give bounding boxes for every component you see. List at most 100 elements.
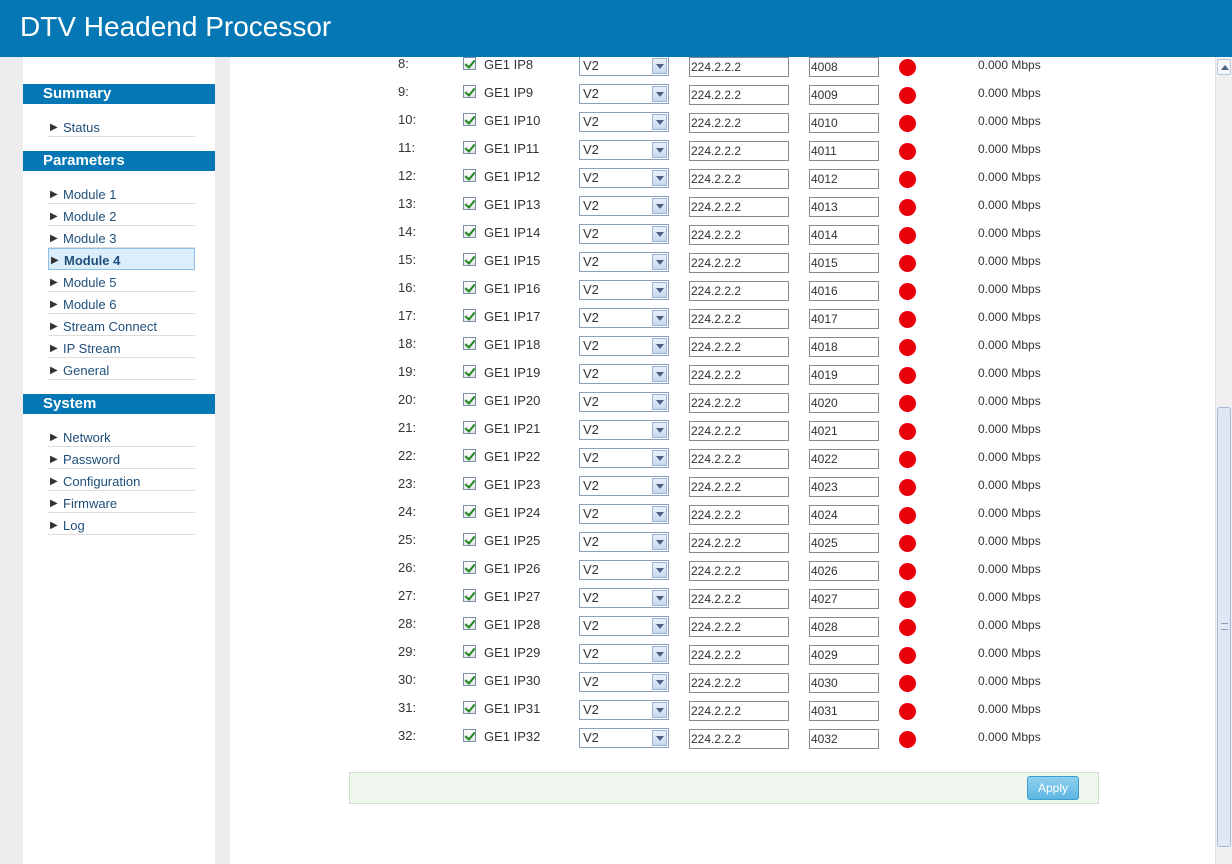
sidebar-item-stream-connect[interactable]: ▶ Stream Connect	[48, 314, 195, 336]
version-select[interactable]: V2	[579, 224, 669, 244]
port-input[interactable]: 4024	[809, 505, 879, 525]
port-input[interactable]: 4028	[809, 617, 879, 637]
ip-address-input[interactable]: 224.2.2.2	[689, 281, 789, 301]
version-select[interactable]: V2	[579, 252, 669, 272]
enable-checkbox[interactable]	[463, 309, 476, 322]
chevron-down-icon[interactable]	[652, 58, 667, 74]
ip-address-input[interactable]: 224.2.2.2	[689, 57, 789, 77]
version-select[interactable]: V2	[579, 504, 669, 524]
ip-address-input[interactable]: 224.2.2.2	[689, 309, 789, 329]
enable-checkbox[interactable]	[463, 645, 476, 658]
version-select[interactable]: V2	[579, 588, 669, 608]
apply-button[interactable]: Apply	[1027, 776, 1079, 800]
chevron-down-icon[interactable]	[652, 198, 667, 214]
enable-checkbox[interactable]	[463, 701, 476, 714]
chevron-down-icon[interactable]	[652, 310, 667, 326]
chevron-down-icon[interactable]	[652, 506, 667, 522]
chevron-down-icon[interactable]	[652, 590, 667, 606]
sidebar-item-status[interactable]: ▶ Status	[48, 115, 195, 137]
enable-checkbox[interactable]	[463, 505, 476, 518]
port-input[interactable]: 4032	[809, 729, 879, 749]
sidebar-item-module-3[interactable]: ▶ Module 3	[48, 226, 195, 248]
sidebar-item-log[interactable]: ▶ Log	[48, 513, 195, 535]
chevron-down-icon[interactable]	[652, 450, 667, 466]
port-input[interactable]: 4019	[809, 365, 879, 385]
chevron-down-icon[interactable]	[652, 86, 667, 102]
ip-address-input[interactable]: 224.2.2.2	[689, 225, 789, 245]
ip-address-input[interactable]: 224.2.2.2	[689, 589, 789, 609]
ip-address-input[interactable]: 224.2.2.2	[689, 701, 789, 721]
enable-checkbox[interactable]	[463, 281, 476, 294]
version-select[interactable]: V2	[579, 644, 669, 664]
port-input[interactable]: 4018	[809, 337, 879, 357]
sidebar-item-network[interactable]: ▶ Network	[48, 425, 195, 447]
port-input[interactable]: 4017	[809, 309, 879, 329]
chevron-down-icon[interactable]	[652, 534, 667, 550]
enable-checkbox[interactable]	[463, 141, 476, 154]
sidebar-item-module-1[interactable]: ▶ Module 1	[48, 182, 195, 204]
chevron-down-icon[interactable]	[652, 422, 667, 438]
enable-checkbox[interactable]	[463, 533, 476, 546]
ip-address-input[interactable]: 224.2.2.2	[689, 141, 789, 161]
version-select[interactable]: V2	[579, 532, 669, 552]
ip-address-input[interactable]: 224.2.2.2	[689, 393, 789, 413]
port-input[interactable]: 4013	[809, 197, 879, 217]
port-input[interactable]: 4014	[809, 225, 879, 245]
enable-checkbox[interactable]	[463, 477, 476, 490]
sidebar-item-module-4[interactable]: ▶ Module 4	[48, 248, 195, 270]
scroll-up-arrow-icon[interactable]	[1217, 59, 1231, 75]
ip-address-input[interactable]: 224.2.2.2	[689, 533, 789, 553]
chevron-down-icon[interactable]	[652, 478, 667, 494]
enable-checkbox[interactable]	[463, 449, 476, 462]
enable-checkbox[interactable]	[463, 673, 476, 686]
version-select[interactable]: V2	[579, 420, 669, 440]
enable-checkbox[interactable]	[463, 57, 476, 70]
vertical-scrollbar[interactable]	[1215, 57, 1232, 864]
version-select[interactable]: V2	[579, 700, 669, 720]
port-input[interactable]: 4011	[809, 141, 879, 161]
sidebar-item-general[interactable]: ▶ General	[48, 358, 195, 380]
ip-address-input[interactable]: 224.2.2.2	[689, 561, 789, 581]
enable-checkbox[interactable]	[463, 85, 476, 98]
enable-checkbox[interactable]	[463, 617, 476, 630]
enable-checkbox[interactable]	[463, 393, 476, 406]
sidebar-item-password[interactable]: ▶ Password	[48, 447, 195, 469]
chevron-down-icon[interactable]	[652, 338, 667, 354]
version-select[interactable]: V2	[579, 392, 669, 412]
version-select[interactable]: V2	[579, 336, 669, 356]
chevron-down-icon[interactable]	[652, 366, 667, 382]
chevron-down-icon[interactable]	[652, 254, 667, 270]
ip-address-input[interactable]: 224.2.2.2	[689, 365, 789, 385]
chevron-down-icon[interactable]	[652, 282, 667, 298]
version-select[interactable]: V2	[579, 112, 669, 132]
ip-address-input[interactable]: 224.2.2.2	[689, 477, 789, 497]
version-select[interactable]: V2	[579, 672, 669, 692]
version-select[interactable]: V2	[579, 84, 669, 104]
chevron-down-icon[interactable]	[652, 170, 667, 186]
enable-checkbox[interactable]	[463, 169, 476, 182]
chevron-down-icon[interactable]	[652, 114, 667, 130]
ip-address-input[interactable]: 224.2.2.2	[689, 85, 789, 105]
version-select[interactable]: V2	[579, 280, 669, 300]
enable-checkbox[interactable]	[463, 561, 476, 574]
enable-checkbox[interactable]	[463, 589, 476, 602]
port-input[interactable]: 4026	[809, 561, 879, 581]
version-select[interactable]: V2	[579, 140, 669, 160]
port-input[interactable]: 4016	[809, 281, 879, 301]
ip-address-input[interactable]: 224.2.2.2	[689, 197, 789, 217]
version-select[interactable]: V2	[579, 560, 669, 580]
enable-checkbox[interactable]	[463, 113, 476, 126]
version-select[interactable]: V2	[579, 616, 669, 636]
chevron-down-icon[interactable]	[652, 562, 667, 578]
version-select[interactable]: V2	[579, 448, 669, 468]
enable-checkbox[interactable]	[463, 197, 476, 210]
ip-address-input[interactable]: 224.2.2.2	[689, 449, 789, 469]
ip-address-input[interactable]: 224.2.2.2	[689, 645, 789, 665]
version-select[interactable]: V2	[579, 308, 669, 328]
scrollbar-thumb[interactable]	[1217, 407, 1231, 847]
enable-checkbox[interactable]	[463, 337, 476, 350]
ip-address-input[interactable]: 224.2.2.2	[689, 617, 789, 637]
chevron-down-icon[interactable]	[652, 142, 667, 158]
sidebar-item-module-2[interactable]: ▶ Module 2	[48, 204, 195, 226]
chevron-down-icon[interactable]	[652, 226, 667, 242]
